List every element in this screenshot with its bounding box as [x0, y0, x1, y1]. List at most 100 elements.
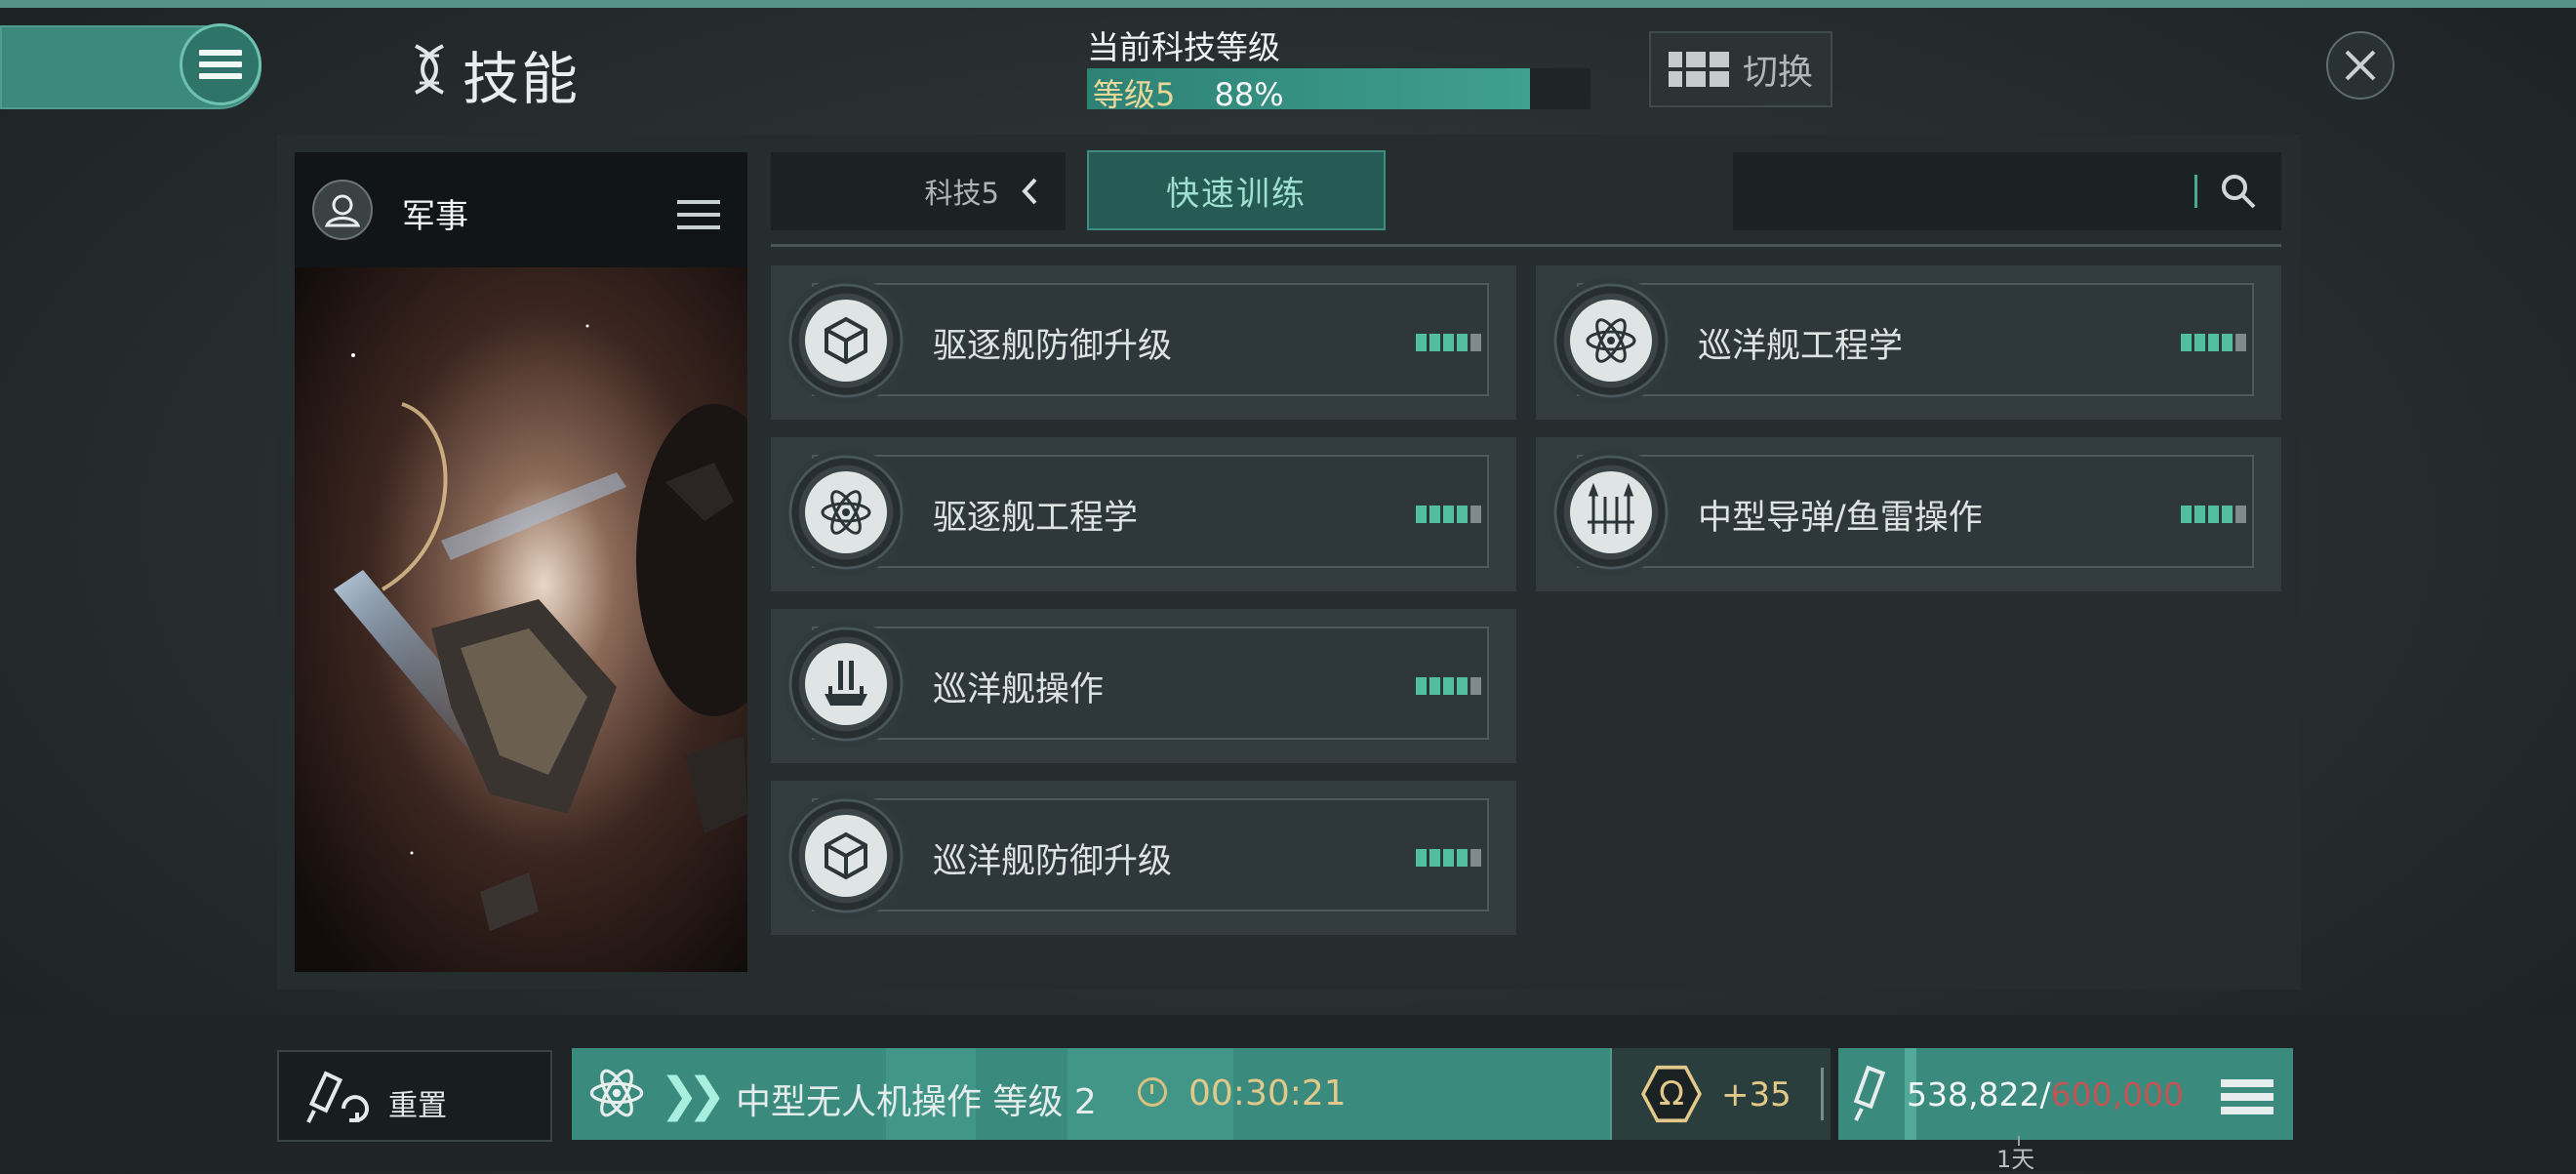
skill-level-pip: [1457, 849, 1468, 867]
skill-points-bar[interactable]: 538,822/600,000: [1838, 1048, 2293, 1140]
close-icon: [2345, 50, 2376, 81]
skill-level-pips: [1416, 677, 1481, 695]
skill-level-pips: [2181, 334, 2246, 351]
training-time-remaining: 00:30:21: [1188, 1073, 1347, 1113]
skill-name: 驱逐舰防御升级: [933, 327, 1173, 366]
tech-level-percent: 88%: [1214, 76, 1284, 113]
skill-level-pip: [2194, 334, 2205, 351]
skill-name: 巡洋舰工程学: [1698, 327, 1904, 366]
cube-icon: [805, 815, 887, 897]
atom-icon: [805, 471, 887, 553]
omega-bonus[interactable]: Ω +35: [1610, 1048, 1831, 1140]
skill-level-pip: [1443, 506, 1454, 523]
ship-icon: [805, 643, 887, 725]
skill-points-value: 538,822/600,000: [1907, 1075, 2184, 1113]
category-menu-icon[interactable]: [677, 191, 720, 238]
skill-name: 驱逐舰工程学: [933, 499, 1139, 538]
skill-name: 巡洋舰操作: [933, 670, 1105, 709]
skill-level-pips: [1416, 849, 1481, 867]
skill-level-pip: [1429, 849, 1440, 867]
skill-card[interactable]: 巡洋舰工程学: [1536, 265, 2281, 420]
skill-card[interactable]: 驱逐舰防御升级: [771, 265, 1516, 420]
top-accent-line: [0, 0, 2576, 8]
skill-level-pip: [2181, 334, 2192, 351]
tech-level-progress-bar: 等级5 88%: [1087, 68, 1590, 113]
close-button[interactable]: [2326, 31, 2395, 100]
pilot-icon: [312, 180, 373, 240]
skill-level-pip: [1457, 506, 1468, 523]
skill-level-pip: [1429, 677, 1440, 695]
category-title: 军事: [402, 197, 468, 236]
omega-icon: Ω: [1641, 1065, 1702, 1123]
skill-level-pip: [2222, 334, 2233, 351]
skill-level-pips: [1416, 506, 1481, 523]
reset-button[interactable]: 重置: [277, 1050, 552, 1142]
search-icon[interactable]: [2219, 172, 2258, 211]
switch-view-button[interactable]: 切换: [1649, 31, 1832, 107]
skill-level-pip: [2181, 506, 2192, 523]
atom-icon: [1570, 300, 1652, 382]
skill-level-pip: [1416, 849, 1427, 867]
atom-icon: [589, 1069, 644, 1117]
skill-level-pip: [1416, 677, 1427, 695]
skill-name: 巡洋舰防御升级: [933, 842, 1173, 881]
clock-icon: [1138, 1077, 1167, 1107]
skill-level-pips: [2181, 506, 2246, 523]
page-title-text: 技能: [463, 46, 581, 112]
skill-level-pip: [1457, 677, 1468, 695]
skill-card[interactable]: 巡洋舰操作: [771, 609, 1516, 763]
reset-injector-icon: [306, 1071, 369, 1123]
queue-menu-icon[interactable]: [2221, 1073, 2274, 1120]
tech-level-dropdown-label: 科技5: [924, 177, 999, 210]
category-card[interactable]: 军事: [295, 152, 747, 972]
skill-card[interactable]: 巡洋舰防御升级: [771, 781, 1516, 935]
double-chevron-icon: ❯❯: [660, 1068, 727, 1122]
tech-level-value: 等级5: [1093, 76, 1176, 113]
skill-level-pip: [1470, 506, 1481, 523]
search-input[interactable]: [1752, 174, 2173, 209]
skill-level-pip: [2194, 506, 2205, 523]
skill-level-pip: [1429, 506, 1440, 523]
skill-points-current: 538,822/: [1907, 1075, 2051, 1113]
reset-label: 重置: [388, 1089, 447, 1123]
quick-train-tab[interactable]: 快速训练: [1087, 150, 1386, 230]
skill-level-pip: [1429, 334, 1440, 351]
tech-level-dropdown[interactable]: 科技5: [771, 152, 1066, 230]
skill-level-pip: [1443, 849, 1454, 867]
category-artwork: [295, 267, 747, 972]
skill-level-pip: [1470, 677, 1481, 695]
main-menu-button[interactable]: [180, 23, 262, 105]
skill-level-pip: [2235, 334, 2246, 351]
skill-search: [1733, 152, 2281, 230]
list-view-icon: [1668, 52, 1729, 87]
skill-card[interactable]: 驱逐舰工程学: [771, 437, 1516, 591]
skill-level-pips: [1416, 334, 1481, 351]
skill-points-max: 600,000: [2050, 1075, 2185, 1113]
dna-icon: [410, 44, 449, 104]
skill-level-pip: [1416, 334, 1427, 351]
missiles-icon: [1570, 471, 1652, 553]
omega-bonus-value: +35: [1721, 1075, 1791, 1114]
separator: [1821, 1068, 1824, 1120]
skill-card[interactable]: 中型导弹/鱼雷操作: [1536, 437, 2281, 591]
tech-level-panel: 当前科技等级 等级5 88%: [1087, 21, 1594, 113]
day-label: 1天: [1996, 1146, 2035, 1173]
tech-level-label: 当前科技等级: [1087, 28, 1280, 66]
skill-level-pip: [1470, 334, 1481, 351]
skill-name: 中型导弹/鱼雷操作: [1698, 499, 1983, 538]
skill-level-pip: [1443, 334, 1454, 351]
menu-icon: [199, 44, 242, 85]
skill-level-pip: [1443, 677, 1454, 695]
skill-injector-icon: [1853, 1065, 1886, 1121]
training-queue-bar[interactable]: ❯❯ 中型无人机操作 等级 2 00:30:21: [572, 1048, 1610, 1140]
training-skill-name: 中型无人机操作 等级 2: [736, 1082, 1097, 1122]
tabs-divider: [771, 244, 2281, 247]
text-caret: [2194, 175, 2197, 208]
category-header: 军事: [295, 152, 747, 267]
cube-icon: [805, 300, 887, 382]
switch-view-label: 切换: [1742, 53, 1813, 93]
skill-level-pip: [2235, 506, 2246, 523]
skill-level-pip: [1457, 334, 1468, 351]
skill-level-pip: [2222, 506, 2233, 523]
skill-level-pip: [1470, 849, 1481, 867]
